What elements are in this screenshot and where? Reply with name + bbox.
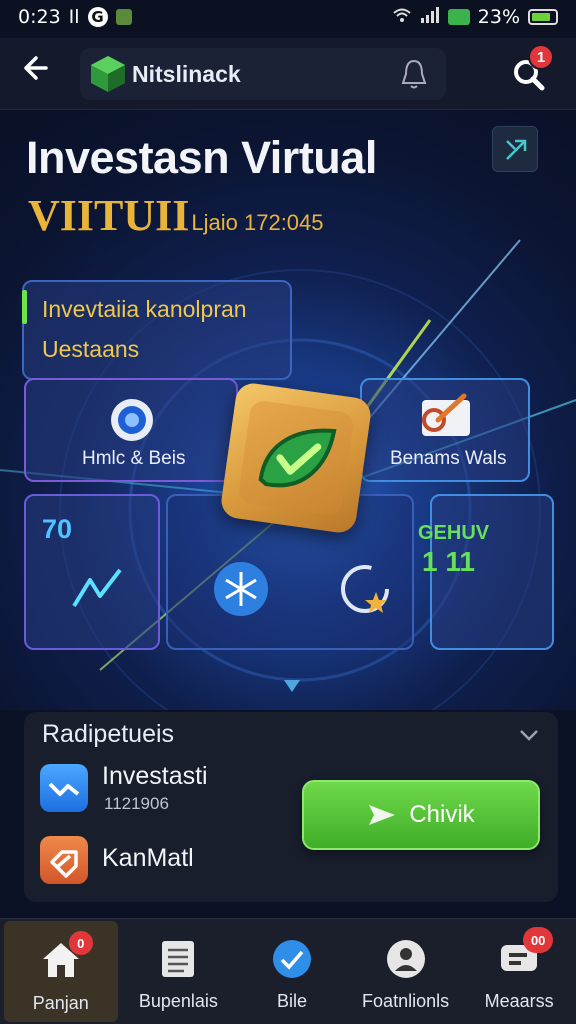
- google-letter: G: [91, 8, 104, 26]
- info-card-line1: Invevtaiia kanolpran: [42, 296, 247, 322]
- brand-logo-icon: [88, 54, 128, 94]
- nav-badge: 0: [68, 931, 93, 955]
- send-icon: [369, 805, 396, 825]
- battery-icon: [528, 9, 558, 25]
- chart-icon: [40, 764, 88, 812]
- info-card-top[interactable]: Invevtaiia kanolpran Uestaans: [22, 280, 292, 380]
- list-item-sub: 1121906: [104, 794, 169, 813]
- nav-item-foatnlionls[interactable]: Foatnlionls: [349, 919, 463, 1024]
- nav-badge-count: 00: [530, 932, 546, 948]
- search-badge-count: 1: [536, 48, 546, 66]
- chart-arrow-icon: [422, 393, 470, 436]
- feature-card-right[interactable]: Benams Wals: [360, 378, 530, 482]
- google-icon: G: [87, 7, 108, 27]
- battery-percent: 23%: [477, 6, 520, 28]
- chevron-down-icon[interactable]: [518, 724, 540, 746]
- status-bar: 0:23 Il G 23%: [0, 0, 576, 34]
- home-icon: 0: [39, 931, 93, 983]
- hero-title: Investasn Virtual: [26, 132, 377, 183]
- hero-banner: Investasn Virtual VIITUII Ljaio 172:045 …: [0, 110, 576, 710]
- section-title: Radipetueis: [42, 720, 175, 748]
- person-icon: [384, 937, 428, 981]
- tag-icon: [40, 836, 88, 884]
- stat-card-left[interactable]: 70: [24, 494, 160, 650]
- chivik-button[interactable]: Chivik: [302, 780, 540, 850]
- recommendations-section: Radipetueis Investasti 1121906 KanMatl C…: [24, 712, 558, 902]
- brand-bar[interactable]: Nitslinack: [80, 48, 446, 100]
- target-icon: [111, 399, 153, 441]
- nav-label: Foatnlionls: [362, 991, 450, 1011]
- chivik-button-label: Chivik: [409, 801, 475, 828]
- bottom-nav: 0 Panjan Bupenlais Bile Foatnlionls 00 M…: [0, 918, 576, 1024]
- nav-label: Panjan: [32, 993, 89, 1013]
- hero-subtitle: VIITUII Ljaio 172:045: [28, 190, 324, 241]
- back-button[interactable]: [18, 52, 58, 92]
- nav-item-bile[interactable]: Bile: [235, 919, 349, 1024]
- app-bar: Nitslinack 1: [0, 38, 576, 110]
- bell-icon: [401, 59, 427, 89]
- snowflake-icon: [214, 562, 268, 616]
- message-icon: 00: [497, 927, 554, 981]
- game-icon: [115, 9, 132, 25]
- scroll-down-icon[interactable]: [284, 680, 300, 692]
- leaf-check-icon: [258, 428, 337, 488]
- list-item-label: Investasti: [102, 762, 208, 790]
- feature-card-left-label: Hmlc & Beis: [82, 448, 186, 469]
- featured-tile[interactable]: [219, 381, 373, 535]
- stat-card-right[interactable]: GEHUV 1 11: [418, 494, 554, 650]
- nav-badge: 00: [523, 927, 554, 953]
- back-arrow-icon: [24, 56, 48, 80]
- stat-right-label: GEHUV: [418, 522, 490, 544]
- accent-bar: [22, 290, 27, 324]
- list-item-label: KanMatl: [102, 844, 194, 872]
- brand-name: Nitslinack: [132, 61, 241, 87]
- refresh-star-icon: [341, 565, 389, 613]
- list-icon: [156, 937, 200, 981]
- trend-icon: [72, 568, 122, 608]
- nav-item-meaarss[interactable]: 00 Meaarss: [462, 919, 576, 1024]
- status-glyphs: Il: [68, 6, 80, 28]
- signal-icon: [420, 6, 440, 28]
- hero-subtitle-big: VIITUII: [28, 191, 190, 240]
- notification-icon: [447, 9, 470, 25]
- featured-tile-face: [237, 399, 355, 517]
- nav-label: Bile: [276, 991, 307, 1011]
- clock: 0:23: [18, 6, 61, 28]
- nav-item-bupenlais[interactable]: Bupenlais: [122, 919, 236, 1024]
- nav-label: Meaarss: [484, 991, 554, 1011]
- cross-arrows-icon: [506, 139, 527, 160]
- wifi-icon: [392, 6, 412, 28]
- info-card-line2: Uestaans: [42, 336, 140, 362]
- feature-card-left[interactable]: Hmlc & Beis: [24, 378, 238, 482]
- hero-subtitle-small: Ljaio 172:045: [191, 210, 324, 235]
- search-button[interactable]: 1: [508, 44, 556, 98]
- stat-left-value: 70: [42, 514, 73, 544]
- search-badge: 1: [528, 44, 554, 70]
- nav-label: Bupenlais: [138, 991, 218, 1011]
- nav-badge-count: 0: [77, 935, 85, 951]
- check-circle-icon: [270, 937, 314, 981]
- stat-right-value: 1 11: [422, 546, 475, 577]
- feature-card-right-label: Benams Wals: [390, 448, 507, 469]
- bell-button[interactable]: [396, 56, 432, 92]
- expand-button[interactable]: [492, 126, 538, 172]
- nav-item-panjan[interactable]: 0 Panjan: [4, 921, 118, 1022]
